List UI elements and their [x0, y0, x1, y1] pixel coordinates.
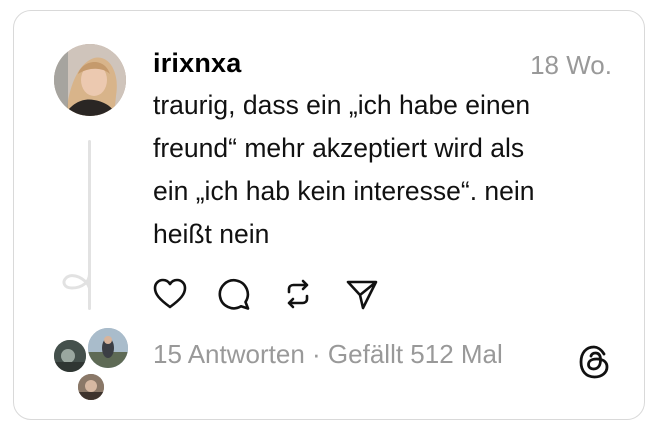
post-text-line: ein „ich hab kein interesse“. nein	[153, 176, 535, 206]
repost-button[interactable]	[280, 276, 316, 312]
heart-icon	[153, 278, 187, 309]
reply-button[interactable]	[216, 276, 252, 312]
author-username[interactable]: irixnxa	[153, 48, 241, 79]
repost-icon	[287, 279, 309, 309]
stats-separator: ·	[312, 339, 321, 369]
replier-avatars[interactable]	[52, 326, 132, 402]
replier-avatar	[52, 338, 88, 374]
author-avatar[interactable]	[54, 44, 126, 116]
thread-loop-icon	[62, 260, 91, 310]
post-text: traurig, dass ein „ich habe einen freund…	[153, 84, 623, 256]
replies-count[interactable]: 15 Antworten	[153, 339, 305, 369]
send-icon	[346, 280, 378, 310]
threads-logo-icon[interactable]	[578, 344, 612, 380]
post-text-line: freund“ mehr akzeptiert wird als	[153, 133, 525, 163]
like-button[interactable]	[152, 276, 188, 312]
post-stats: 15 Antworten · Gefällt 512 Mal	[153, 339, 503, 370]
replier-avatar	[76, 372, 106, 402]
post-text-line: traurig, dass ein „ich habe einen	[153, 90, 531, 120]
likes-count[interactable]: Gefällt 512 Mal	[328, 339, 503, 369]
replier-avatar	[86, 326, 130, 370]
share-button[interactable]	[344, 276, 380, 312]
comment-icon	[218, 278, 250, 310]
post-timestamp[interactable]: 18 Wo.	[530, 50, 612, 81]
post-text-line: heißt nein	[153, 219, 270, 249]
